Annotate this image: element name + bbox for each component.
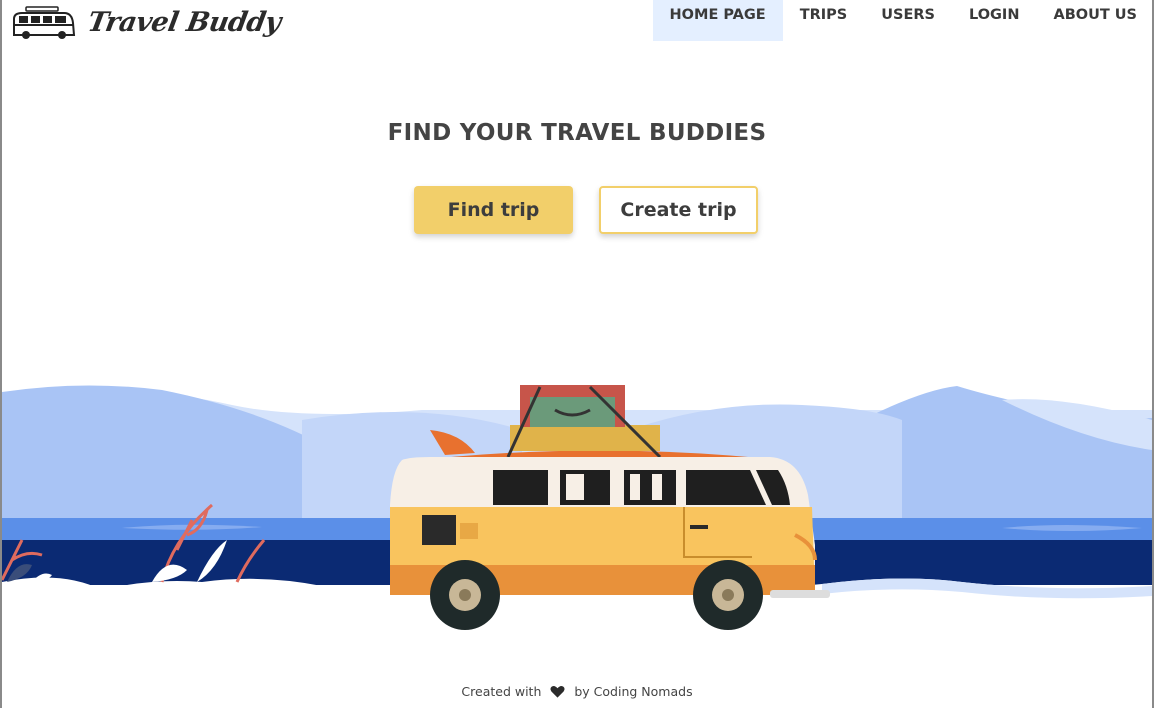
van-logo-icon bbox=[13, 6, 76, 39]
nav-about-us[interactable]: ABOUT US bbox=[1036, 0, 1154, 41]
nav-trips[interactable]: TRIPS bbox=[783, 0, 865, 41]
hero-title: FIND YOUR TRAVEL BUDDIES bbox=[387, 120, 767, 146]
nav-home-page[interactable]: HOME PAGE bbox=[652, 0, 783, 41]
create-trip-button[interactable]: Create trip bbox=[599, 186, 758, 234]
find-trip-button[interactable]: Find trip bbox=[414, 186, 573, 234]
van-beach-illustration bbox=[2, 385, 1152, 660]
brand[interactable]: Travel Buddy bbox=[10, 0, 284, 44]
main-nav: HOME PAGE TRIPS USERS LOGIN ABOUT US bbox=[652, 0, 1154, 41]
nav-login[interactable]: LOGIN bbox=[952, 0, 1036, 41]
nav-users[interactable]: USERS bbox=[864, 0, 952, 41]
footer: Created with by Coding Nomads bbox=[0, 684, 1154, 699]
footer-prefix: Created with bbox=[461, 684, 542, 699]
heart-icon bbox=[550, 685, 565, 698]
footer-suffix: by Coding Nomads bbox=[574, 684, 693, 699]
brand-name: Travel Buddy bbox=[85, 6, 284, 38]
